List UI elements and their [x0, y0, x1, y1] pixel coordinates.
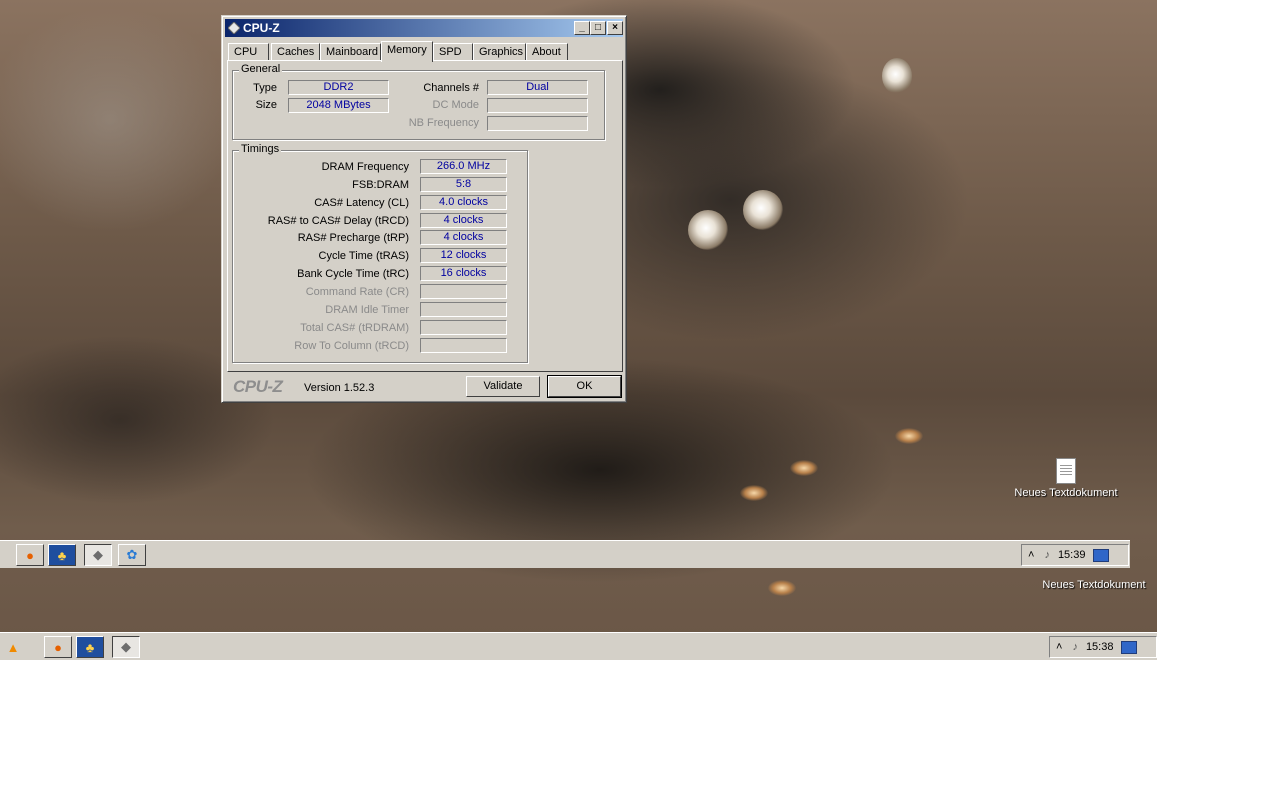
timings-group-label: Timings: [239, 143, 282, 155]
validate-button[interactable]: Validate: [466, 376, 540, 397]
messenger-icon[interactable]: ♣: [76, 636, 104, 658]
timing-label: FSB:DRAM: [352, 179, 409, 191]
nb-frequency-value: [487, 116, 588, 131]
vlc-icon[interactable]: ▲: [0, 636, 26, 658]
timing-label: Row To Column (tRCD): [294, 340, 409, 352]
title-bar[interactable]: CPU-Z _ □ ×: [225, 19, 623, 37]
desktop-icon-textdocument[interactable]: Neues Textdokument: [996, 458, 1136, 499]
desktop-icon-label: Neues Textdokument: [1042, 579, 1146, 591]
timing-label: Total CAS# (tRDRAM): [300, 322, 409, 334]
cpuz-icon[interactable]: ◆: [112, 636, 140, 658]
timing-value: 4.0 clocks: [420, 195, 507, 210]
cpuz-logo: CPU-Z: [233, 377, 283, 396]
car-headlight: [743, 190, 783, 230]
channels-value: Dual: [487, 80, 588, 95]
ok-button[interactable]: OK: [547, 375, 622, 398]
desktop-icon-label: Neues Textdokument: [1014, 487, 1118, 499]
timing-value: 5:8: [420, 177, 507, 192]
general-group-label: General: [239, 63, 283, 75]
timing-label: RAS# to CAS# Delay (tRCD): [267, 215, 409, 227]
tab-spd[interactable]: SPD: [433, 43, 473, 61]
tab-about[interactable]: About: [526, 43, 568, 61]
tab-memory[interactable]: Memory: [381, 41, 433, 62]
system-tray: ˄ ♪ 15:38: [1049, 636, 1157, 658]
firefox-icon[interactable]: ●: [16, 544, 44, 566]
timing-label: RAS# Precharge (tRP): [297, 232, 409, 244]
cpuz-icon[interactable]: ◆: [84, 544, 112, 566]
chevron-up-icon[interactable]: ˄: [1056, 641, 1062, 653]
cpuz-window: CPU-Z _ □ × CPU Caches Mainboard Memory …: [221, 15, 627, 403]
timing-value: 4 clocks: [420, 213, 507, 228]
timing-label: CAS# Latency (CL): [314, 197, 409, 209]
headlight-reflection: [740, 485, 768, 501]
messenger-icon[interactable]: ♣: [48, 544, 76, 566]
tab-caches[interactable]: Caches: [271, 43, 320, 61]
cpuz-app-icon: [228, 22, 240, 34]
timing-label: Command Rate (CR): [305, 286, 409, 298]
nb-frequency-label: NB Frequency: [408, 117, 479, 129]
text-document-icon: [1056, 458, 1076, 484]
tab-graphics[interactable]: Graphics: [473, 43, 526, 61]
timing-label: Cycle Time (tRAS): [318, 250, 409, 262]
type-label: Type: [253, 82, 277, 94]
taskbar-lower: ▲ ● ♣ ◆ ˄ ♪ 15:38: [0, 632, 1157, 660]
headlight-reflection: [790, 460, 818, 476]
car-headlight: [688, 210, 728, 250]
minimize-button[interactable]: _: [574, 21, 590, 35]
close-button[interactable]: ×: [607, 21, 623, 35]
taskbar-upper: ● ♣ ◆ ✿ ˄ ♪ 15:39: [0, 540, 1130, 568]
timing-value: 12 clocks: [420, 248, 507, 263]
timing-label: Bank Cycle Time (tRC): [297, 268, 409, 280]
firefox-icon[interactable]: ●: [44, 636, 72, 658]
size-label: Size: [255, 99, 277, 111]
headlight-reflection: [768, 580, 796, 596]
tab-cpu[interactable]: CPU: [228, 43, 269, 61]
clock[interactable]: 15:38: [1078, 641, 1122, 653]
timing-value: 4 clocks: [420, 230, 507, 245]
timing-label: DRAM Idle Timer: [325, 304, 409, 316]
system-tray: ˄ ♪ 15:39: [1021, 544, 1129, 566]
timing-value: [420, 284, 507, 299]
timing-value: [420, 320, 507, 335]
show-desktop-icon[interactable]: [1093, 548, 1110, 562]
timing-value: [420, 302, 507, 317]
headlight-reflection: [895, 428, 923, 444]
general-group: General Type DDR2 Size 2048 MBytes Chann…: [232, 63, 605, 140]
timing-value: 266.0 MHz: [420, 159, 507, 174]
timings-group: Timings DRAM Frequency 266.0 MHz FSB:DRA…: [232, 143, 528, 363]
paint-icon[interactable]: ✿: [118, 544, 146, 566]
memory-panel: General Type DDR2 Size 2048 MBytes Chann…: [227, 60, 623, 372]
type-value: DDR2: [288, 80, 389, 95]
car-headlight: [882, 58, 912, 94]
channels-label: Channels #: [423, 82, 479, 94]
chevron-up-icon[interactable]: ˄: [1028, 549, 1034, 561]
maximize-button[interactable]: □: [590, 21, 606, 35]
version-text: Version 1.52.3: [304, 382, 375, 394]
size-value: 2048 MBytes: [288, 98, 389, 113]
window-title: CPU-Z: [243, 21, 280, 35]
timing-value: [420, 338, 507, 353]
dc-mode-label: DC Mode: [432, 99, 479, 111]
clock[interactable]: 15:39: [1050, 549, 1094, 561]
timing-value: 16 clocks: [420, 266, 507, 281]
desktop-icon-textdocument[interactable]: Neues Textdokument: [1024, 566, 1164, 591]
dc-mode-value: [487, 98, 588, 113]
show-desktop-icon[interactable]: [1121, 640, 1138, 654]
tab-mainboard[interactable]: Mainboard: [320, 43, 381, 61]
timing-label: DRAM Frequency: [321, 161, 409, 173]
